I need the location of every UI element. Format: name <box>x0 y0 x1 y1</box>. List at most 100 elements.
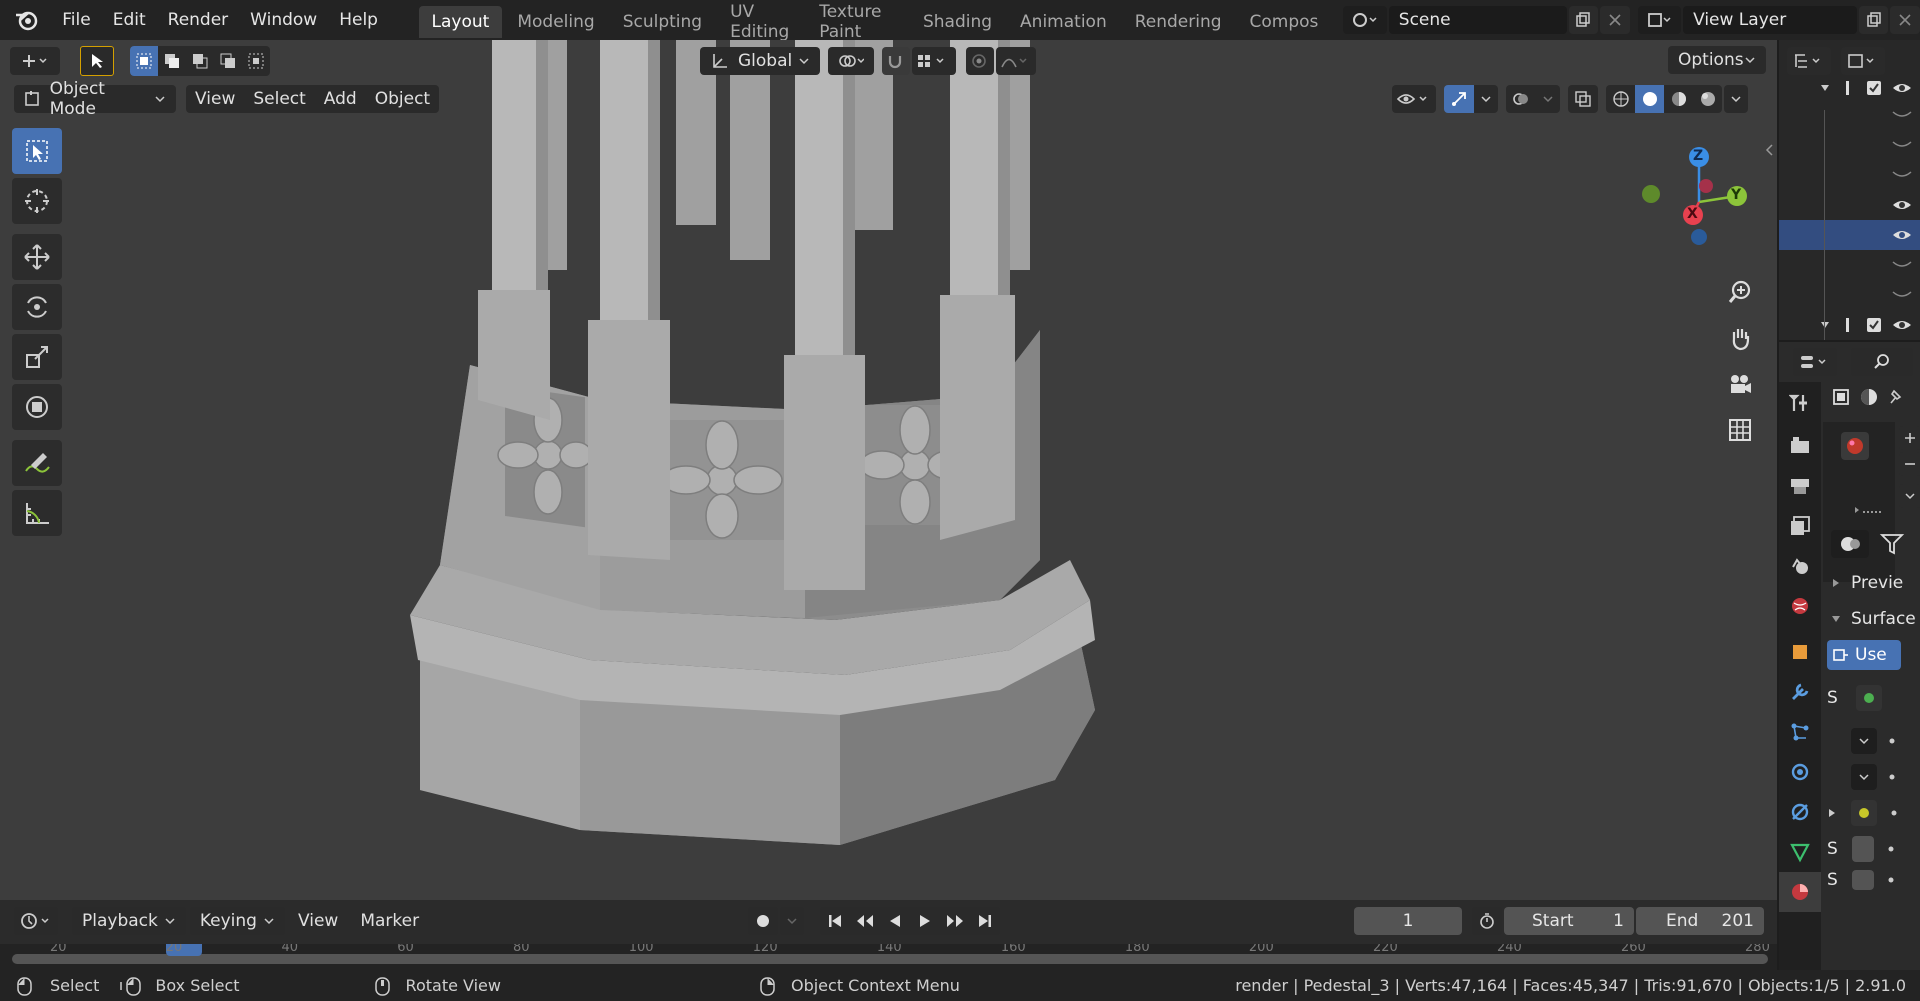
annotate-tool-icon[interactable] <box>12 440 62 486</box>
pan-hand-icon[interactable] <box>1720 318 1760 358</box>
value-field[interactable] <box>1851 836 1874 862</box>
outliner-row[interactable] <box>1779 310 1920 340</box>
menu-window[interactable]: Window <box>239 0 328 40</box>
add-slot-icon[interactable] <box>1899 426 1920 450</box>
jump-end-icon[interactable] <box>970 913 1000 929</box>
editor-type-button[interactable] <box>10 47 60 75</box>
sidebar-collapse-icon[interactable] <box>1763 140 1775 160</box>
pivot-point-dropdown[interactable] <box>828 47 874 75</box>
outliner-row[interactable] <box>1779 160 1920 190</box>
menu-file[interactable]: File <box>51 0 101 40</box>
render-properties-tab-icon[interactable] <box>1779 426 1821 466</box>
checkbox-icon[interactable] <box>1866 80 1882 96</box>
properties-editor-type-button[interactable] <box>1793 348 1837 376</box>
outliner-row[interactable] <box>1779 280 1920 310</box>
gizmo-toggle-icon[interactable] <box>1444 85 1474 113</box>
outliner-display-mode-dropdown[interactable] <box>1787 47 1831 75</box>
row-dropdown[interactable] <box>1851 764 1877 790</box>
pin-icon[interactable] <box>1887 387 1903 407</box>
expand-arrow-icon[interactable] <box>1820 320 1830 330</box>
preview-panel-header[interactable]: Previe <box>1831 568 1903 598</box>
move-tool-icon[interactable] <box>12 234 62 280</box>
measure-tool-icon[interactable] <box>12 490 62 536</box>
surface-row[interactable]: S <box>1827 684 1882 712</box>
timeline-editor-type-button[interactable] <box>14 907 58 935</box>
outliner-row[interactable] <box>1779 130 1920 160</box>
jump-keyframe-forward-icon[interactable] <box>940 913 970 929</box>
gizmo-dropdown[interactable] <box>1474 85 1498 113</box>
outliner-row[interactable] <box>1779 100 1920 130</box>
material-properties-tab-icon[interactable] <box>1779 872 1821 912</box>
timeline-ruler[interactable]: 20 20 40 60 80 100 120 140 160 180 200 2… <box>0 944 1777 970</box>
proportional-edit-icon[interactable] <box>966 47 994 75</box>
dropdown-row[interactable] <box>1851 764 1895 790</box>
menu-edit[interactable]: Edit <box>102 0 157 40</box>
material-context-icon[interactable] <box>1859 387 1879 407</box>
select-intersect-icon[interactable] <box>242 46 270 76</box>
select-box-tool-icon[interactable] <box>12 128 62 174</box>
keying-menu[interactable]: Keying <box>189 907 285 935</box>
tab-animation[interactable]: Animation <box>1007 6 1120 38</box>
timeline-marker-menu[interactable]: Marker <box>351 907 428 935</box>
use-nodes-button[interactable]: Use <box>1827 640 1901 670</box>
jump-keyframe-back-icon[interactable] <box>850 913 880 929</box>
rendered-shading-icon[interactable] <box>1693 85 1722 113</box>
object-context-icon[interactable] <box>1831 387 1851 407</box>
transform-orientation-dropdown[interactable]: Global <box>700 47 820 75</box>
eye-closed-icon[interactable] <box>1892 168 1912 182</box>
select-subtract-icon[interactable] <box>186 46 214 76</box>
shading-dropdown[interactable] <box>1724 85 1748 113</box>
3d-viewport[interactable]: Global Options Object Mode View Select A… <box>0 40 1777 900</box>
socket-button[interactable] <box>1855 685 1882 711</box>
solid-shading-icon[interactable] <box>1635 85 1664 113</box>
output-properties-tab-icon[interactable] <box>1779 466 1821 506</box>
particles-properties-tab-icon[interactable] <box>1779 712 1821 752</box>
row-dropdown[interactable] <box>1851 728 1877 754</box>
remove-slot-icon[interactable] <box>1899 452 1920 476</box>
tab-layout[interactable]: Layout <box>418 6 503 38</box>
scale-tool-icon[interactable] <box>12 334 62 380</box>
select-extend-icon[interactable] <box>158 46 186 76</box>
eye-closed-icon[interactable] <box>1892 258 1912 272</box>
menu-render[interactable]: Render <box>157 0 240 40</box>
perspective-grid-icon[interactable] <box>1720 410 1760 450</box>
transform-tool-icon[interactable] <box>12 384 62 430</box>
outliner-row[interactable] <box>1779 76 1920 100</box>
rotate-tool-icon[interactable] <box>12 284 62 330</box>
navigation-gizmo[interactable]: Z Y X <box>1640 130 1760 250</box>
blender-logo-icon[interactable] <box>0 0 51 40</box>
object-mode-dropdown[interactable]: Object Mode <box>14 79 176 119</box>
new-scene-icon[interactable] <box>1568 6 1599 34</box>
outliner-row[interactable] <box>1779 190 1920 220</box>
socket-button[interactable] <box>1851 800 1877 826</box>
timeline-view-menu[interactable]: View <box>289 907 347 935</box>
wireframe-shading-icon[interactable] <box>1606 85 1635 113</box>
cursor-tool-icon[interactable] <box>12 178 62 224</box>
surface-panel-header[interactable]: Surface <box>1831 604 1916 634</box>
delete-view-layer-icon[interactable] <box>1890 6 1920 34</box>
eye-closed-icon[interactable] <box>1892 288 1912 302</box>
menu-view[interactable]: View <box>186 85 245 113</box>
delete-scene-icon[interactable] <box>1600 6 1630 34</box>
view-layer-properties-tab-icon[interactable] <box>1779 506 1821 546</box>
tool-properties-tab-icon[interactable] <box>1779 382 1821 422</box>
select-new-icon[interactable] <box>130 46 158 76</box>
outliner-row[interactable] <box>1779 250 1920 280</box>
eye-icon[interactable] <box>1892 318 1912 332</box>
select-tool-icon[interactable] <box>80 46 114 76</box>
snap-target-dropdown[interactable] <box>912 47 956 75</box>
play-icon[interactable] <box>910 913 940 929</box>
tab-shading[interactable]: Shading <box>910 6 1005 38</box>
world-properties-tab-icon[interactable] <box>1779 586 1821 626</box>
tab-sculpting[interactable]: Sculpting <box>610 6 715 38</box>
eye-icon[interactable] <box>1892 81 1912 95</box>
overlays-toggle-icon[interactable] <box>1506 85 1536 113</box>
eye-icon[interactable] <box>1892 228 1912 242</box>
menu-help[interactable]: Help <box>328 0 389 40</box>
tab-modeling[interactable]: Modeling <box>504 6 607 38</box>
value-row[interactable]: S <box>1827 836 1894 862</box>
start-frame-field[interactable]: Start 1 <box>1504 907 1634 935</box>
material-slot-preview-icon[interactable] <box>1841 432 1869 460</box>
node-tree-icon[interactable] <box>1879 531 1905 557</box>
object-properties-tab-icon[interactable] <box>1779 632 1821 672</box>
